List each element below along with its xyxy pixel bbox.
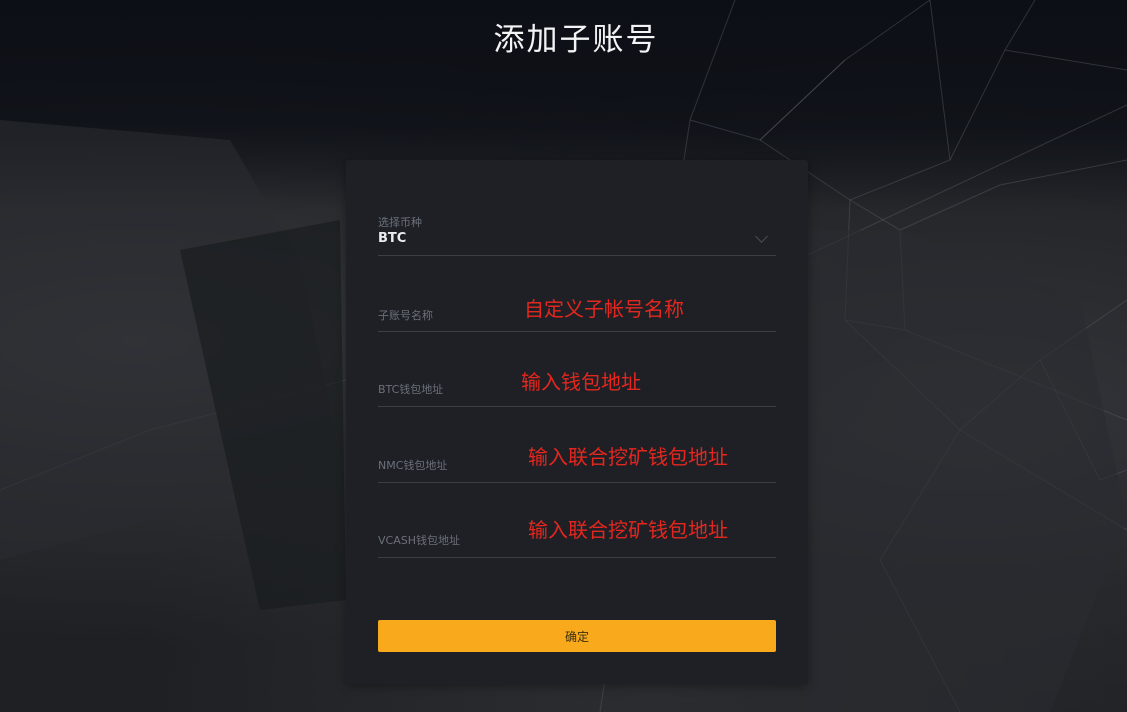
chevron-down-icon [755, 230, 768, 243]
annotation-nmc-address: 输入联合挖矿钱包地址 [528, 445, 728, 469]
mesh-line [759, 59, 846, 141]
annotation-subaccount-name: 自定义子帐号名称 [524, 297, 684, 321]
mesh-line [759, 49, 1127, 201]
confirm-button[interactable]: 确定 [378, 620, 776, 652]
page-title: 添加子账号 [493, 22, 659, 58]
page: 添加子账号 选择币种 BTC 子账号名称 BTC钱包地址 NMC钱包地址 VCA… [0, 0, 1127, 712]
add-subaccount-form: 选择币种 BTC 子账号名称 BTC钱包地址 NMC钱包地址 VCASH钱包地址… [346, 160, 808, 684]
coin-select[interactable]: 选择币种 BTC [378, 206, 776, 256]
annotation-vcash-address: 输入联合挖矿钱包地址 [528, 518, 728, 542]
coin-select-value: BTC [378, 231, 407, 246]
coin-select-label: 选择币种 [378, 216, 422, 229]
annotation-btc-address: 输入钱包地址 [521, 370, 641, 394]
background-shape [808, 230, 1127, 712]
